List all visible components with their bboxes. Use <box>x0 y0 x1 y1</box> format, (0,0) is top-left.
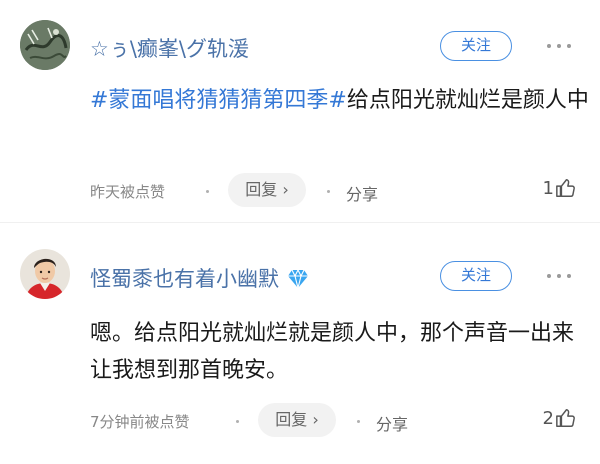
liked-time-text: 7分钟前被点赞 <box>90 413 190 431</box>
separator-dot <box>327 190 330 193</box>
comment-item: 怪蜀黍也有着小幽默 关注 嗯。给点阳光就灿烂就是颜人中，那个声音一出来让我想到那… <box>0 222 600 464</box>
username[interactable]: ☆ぅ\癫峯\グ轨湲 <box>90 33 249 63</box>
more-options-icon[interactable] <box>547 271 573 281</box>
comment-item: ☆ぅ\癫峯\グ轨湲 关注 #蒙面唱将猜猜猜第四季#给点阳光就灿烂是颜人中 昨天被… <box>0 0 600 222</box>
comment-text-body: 给点阳光就灿烂是颜人中 <box>346 88 589 113</box>
hashtag-link[interactable]: #蒙面唱将猜猜猜第四季# <box>90 88 347 113</box>
separator-dot <box>236 420 239 423</box>
share-button[interactable]: 分享 <box>346 181 378 205</box>
username-text[interactable]: 怪蜀黍也有着小幽默 <box>90 267 279 291</box>
username[interactable]: 怪蜀黍也有着小幽默 <box>90 263 309 293</box>
more-options-icon[interactable] <box>547 41 573 51</box>
avatar-image <box>20 20 70 70</box>
separator-dot <box>206 190 209 193</box>
like-count: 2 <box>542 408 554 429</box>
reply-button[interactable]: 回复 › <box>258 403 336 437</box>
avatar-image <box>20 249 70 299</box>
reply-button[interactable]: 回复 › <box>228 173 306 207</box>
separator-dot <box>357 420 360 423</box>
like-count: 1 <box>542 178 554 199</box>
share-button[interactable]: 分享 <box>376 411 408 435</box>
diamond-icon <box>288 269 308 289</box>
follow-button[interactable]: 关注 <box>440 31 512 61</box>
avatar[interactable] <box>20 249 70 299</box>
comment-text: 嗯。给点阳光就灿烂就是颜人中，那个声音一出来让我想到那首晚安。 <box>90 321 575 383</box>
follow-button[interactable]: 关注 <box>440 261 512 291</box>
thumbs-up-icon[interactable] <box>555 177 577 199</box>
comment-meta: 7分钟前被点赞 回复 › 分享 2 <box>90 403 590 439</box>
thumbs-up-icon[interactable] <box>555 407 577 429</box>
avatar[interactable] <box>20 20 70 70</box>
comment-meta: 昨天被点赞 回复 › 分享 1 <box>90 173 590 209</box>
liked-time-text: 昨天被点赞 <box>90 183 166 201</box>
comment-text: #蒙面唱将猜猜猜第四季#给点阳光就灿烂是颜人中 <box>90 82 590 119</box>
